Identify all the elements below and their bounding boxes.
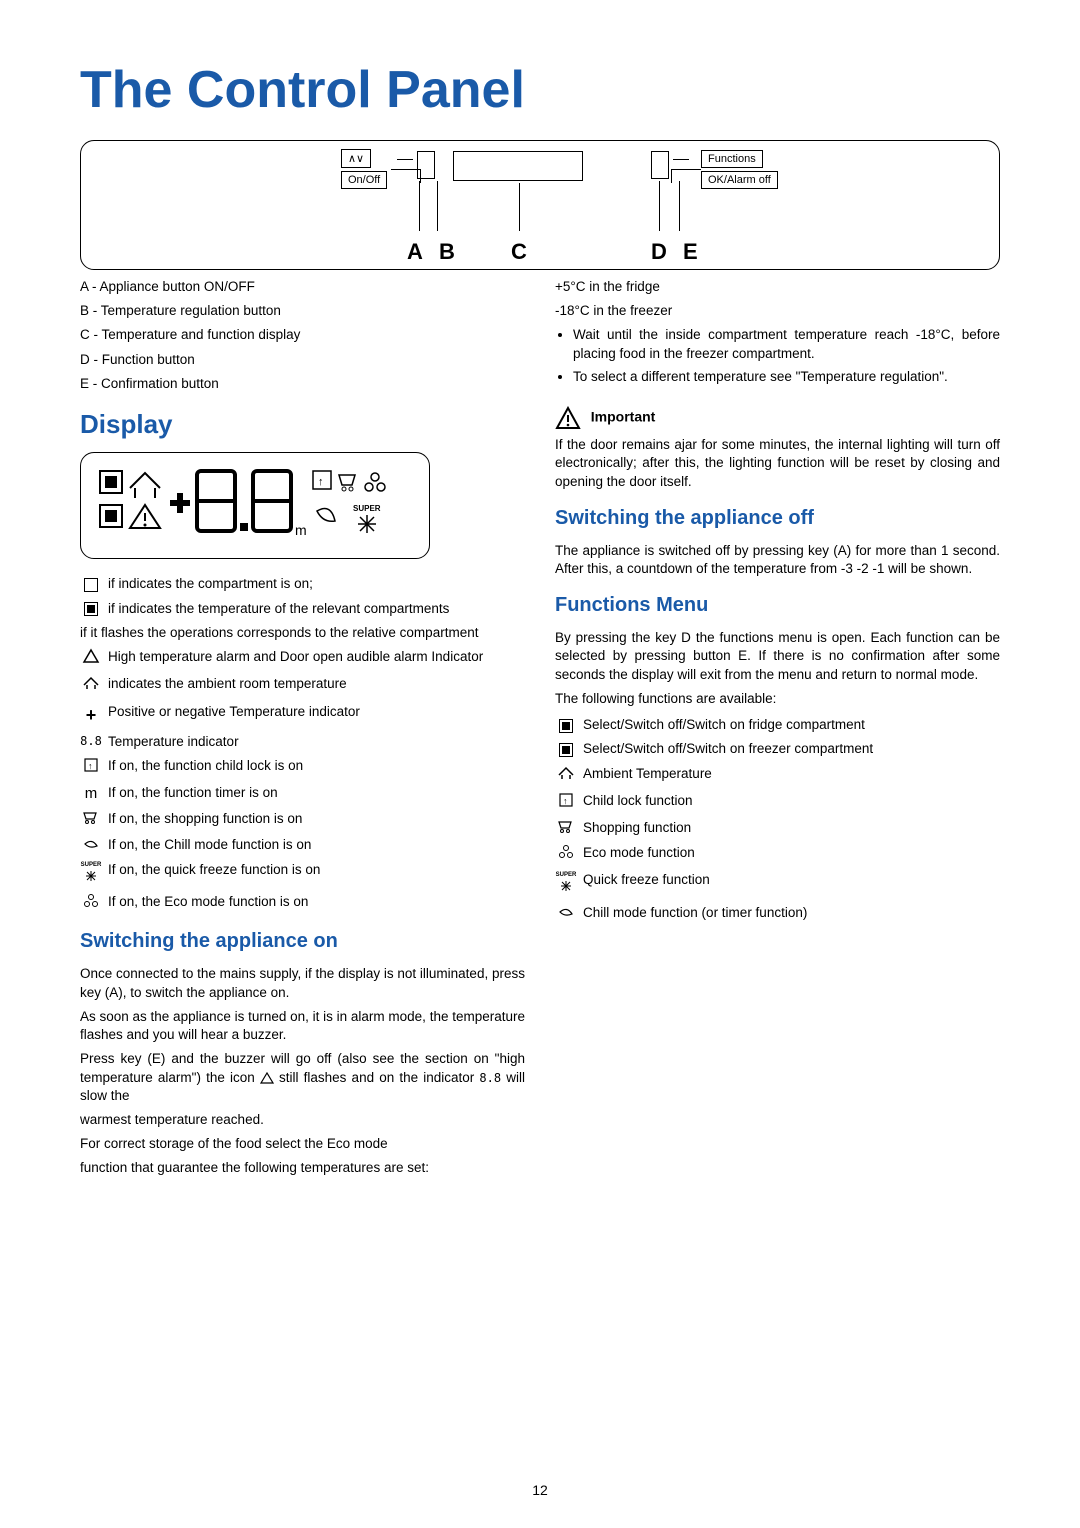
- func-eco: Eco mode function: [583, 844, 695, 862]
- label-functions: Functions: [701, 150, 763, 168]
- timer-m-icon: m: [80, 784, 102, 804]
- important-block: Important If the door remains ajar for s…: [555, 406, 1000, 491]
- func-quickfreeze: Quick freeze function: [583, 871, 710, 889]
- svg-text:m: m: [295, 522, 307, 538]
- right-column: +5°C in the fridge -18°C in the freezer …: [555, 278, 1000, 1184]
- important-body: If the door remains ajar for some minute…: [555, 436, 1000, 491]
- legend-posneg: Positive or negative Temperature indicat…: [108, 703, 360, 721]
- cart-icon: [557, 819, 575, 833]
- panel-display-c: [453, 151, 583, 181]
- switch-on-heading: Switching the appliance on: [80, 928, 525, 955]
- functions-p1: By pressing the key D the functions menu…: [555, 629, 1000, 684]
- legend-quickfreeze: If on, the quick freeze function is on: [108, 861, 320, 879]
- legend-d: D - Function button: [80, 351, 525, 369]
- legend-childlock: If on, the function child lock is on: [108, 757, 303, 775]
- panel-letter-c: C: [511, 239, 527, 265]
- childlock-icon: ↑: [83, 757, 99, 773]
- legend-shopping: If on, the shopping function is on: [108, 810, 302, 828]
- switch-on-p3: Press key (E) and the buzzer will go off…: [80, 1050, 525, 1105]
- legend-ambient: indicates the ambient room temperature: [108, 675, 347, 693]
- legend-b: B - Temperature regulation button: [80, 302, 525, 320]
- panel-letter-b: B: [439, 239, 455, 265]
- warning-triangle-icon: [260, 1072, 274, 1084]
- house-icon: [557, 765, 575, 781]
- switch-on-p4: warmest temperature reached.: [80, 1111, 525, 1129]
- house-icon: [82, 675, 100, 691]
- snowflake-icon: [84, 870, 98, 882]
- legend-timer: If on, the function timer is on: [108, 784, 278, 802]
- bullet-wait: Wait until the inside compartment temper…: [573, 326, 1000, 362]
- display-heading: Display: [80, 407, 525, 442]
- childlock-icon: ↑: [558, 792, 574, 808]
- page-title: The Control Panel: [80, 60, 1000, 120]
- left-column: A - Appliance button ON/OFF B - Temperat…: [80, 278, 525, 1184]
- panel-letter-a: A: [407, 239, 423, 265]
- func-freezer: Select/Switch off/Switch on freezer comp…: [583, 740, 873, 758]
- switch-on-p6: function that guarantee the following te…: [80, 1159, 525, 1177]
- leaf-icon: [558, 904, 574, 918]
- square-outline-icon: [84, 578, 98, 592]
- segment-display-icon: 8.8: [80, 733, 102, 749]
- cart-icon: [82, 810, 100, 824]
- panel-letter-d: D: [651, 239, 667, 265]
- legend-flash: if it flashes the operations corresponds…: [80, 624, 525, 642]
- legend-a: A - Appliance button ON/OFF: [80, 278, 525, 296]
- switch-on-p2: As soon as the appliance is turned on, i…: [80, 1008, 525, 1044]
- warning-triangle-icon: [82, 648, 100, 664]
- svg-text:↑: ↑: [88, 761, 93, 771]
- super-text-icon: SUPER: [80, 861, 102, 869]
- label-arrows: ∧∨: [341, 149, 371, 168]
- fridge-temp: +5°C in the fridge: [555, 278, 1000, 296]
- legend-c: C - Temperature and function display: [80, 326, 525, 344]
- switch-off-text: The appliance is switched off by pressin…: [555, 542, 1000, 578]
- eco-icon: [558, 844, 574, 860]
- leaf-icon: [83, 836, 99, 850]
- panel-letter-e: E: [683, 239, 698, 265]
- label-onoff: On/Off: [341, 171, 387, 189]
- segment-display-icon: 8.8: [479, 1071, 501, 1085]
- func-shopping: Shopping function: [583, 819, 691, 837]
- svg-text:↑: ↑: [563, 796, 568, 806]
- freezer-temp: -18°C in the freezer: [555, 302, 1000, 320]
- eco-icon: [83, 893, 99, 909]
- bullet-select-temp: To select a different temperature see "T…: [573, 368, 1000, 386]
- switch-off-heading: Switching the appliance off: [555, 505, 1000, 532]
- svg-text:SUPER: SUPER: [353, 504, 381, 513]
- square-filled-icon: [559, 719, 573, 733]
- display-illustration: m ↑ SUPER: [80, 452, 430, 559]
- warning-triangle-icon: [555, 406, 581, 430]
- functions-p2: The following functions are available:: [555, 690, 1000, 708]
- page-number: 12: [532, 1482, 548, 1498]
- functions-list: Select/Switch off/Switch on fridge compa…: [555, 716, 1000, 923]
- plus-icon: +: [80, 703, 102, 727]
- super-text-icon: SUPER: [555, 871, 577, 879]
- func-childlock: Child lock function: [583, 792, 693, 810]
- snowflake-icon: [559, 880, 573, 892]
- legend-compartment-temp: if indicates the temperature of the rele…: [108, 600, 449, 618]
- functions-menu-heading: Functions Menu: [555, 592, 1000, 619]
- legend-alarm: High temperature alarm and Door open aud…: [108, 648, 483, 666]
- important-heading: Important: [591, 409, 656, 425]
- legend-chill: If on, the Chill mode function is on: [108, 836, 311, 854]
- legend-compartment-on: if indicates the compartment is on;: [108, 575, 313, 593]
- display-legend-list: if indicates the compartment is on; if i…: [80, 575, 525, 617]
- legend-e: E - Confirmation button: [80, 375, 525, 393]
- control-panel-diagram: ∧∨ On/Off Functions OK/Alarm off A B C D…: [80, 140, 1000, 270]
- square-filled-icon: [559, 743, 573, 757]
- switch-on-p1: Once connected to the mains supply, if t…: [80, 965, 525, 1001]
- func-ambient: Ambient Temperature: [583, 765, 712, 783]
- legend-temp-indicator: Temperature indicator: [108, 733, 239, 751]
- square-filled-icon: [84, 602, 98, 616]
- func-fridge: Select/Switch off/Switch on fridge compa…: [583, 716, 865, 734]
- func-chill: Chill mode function (or timer function): [583, 904, 807, 922]
- switch-on-p5: For correct storage of the food select t…: [80, 1135, 525, 1153]
- label-okalarm: OK/Alarm off: [701, 171, 778, 189]
- legend-eco: If on, the Eco mode function is on: [108, 893, 308, 911]
- panel-button-d: [651, 151, 669, 179]
- svg-text:↑: ↑: [318, 476, 324, 488]
